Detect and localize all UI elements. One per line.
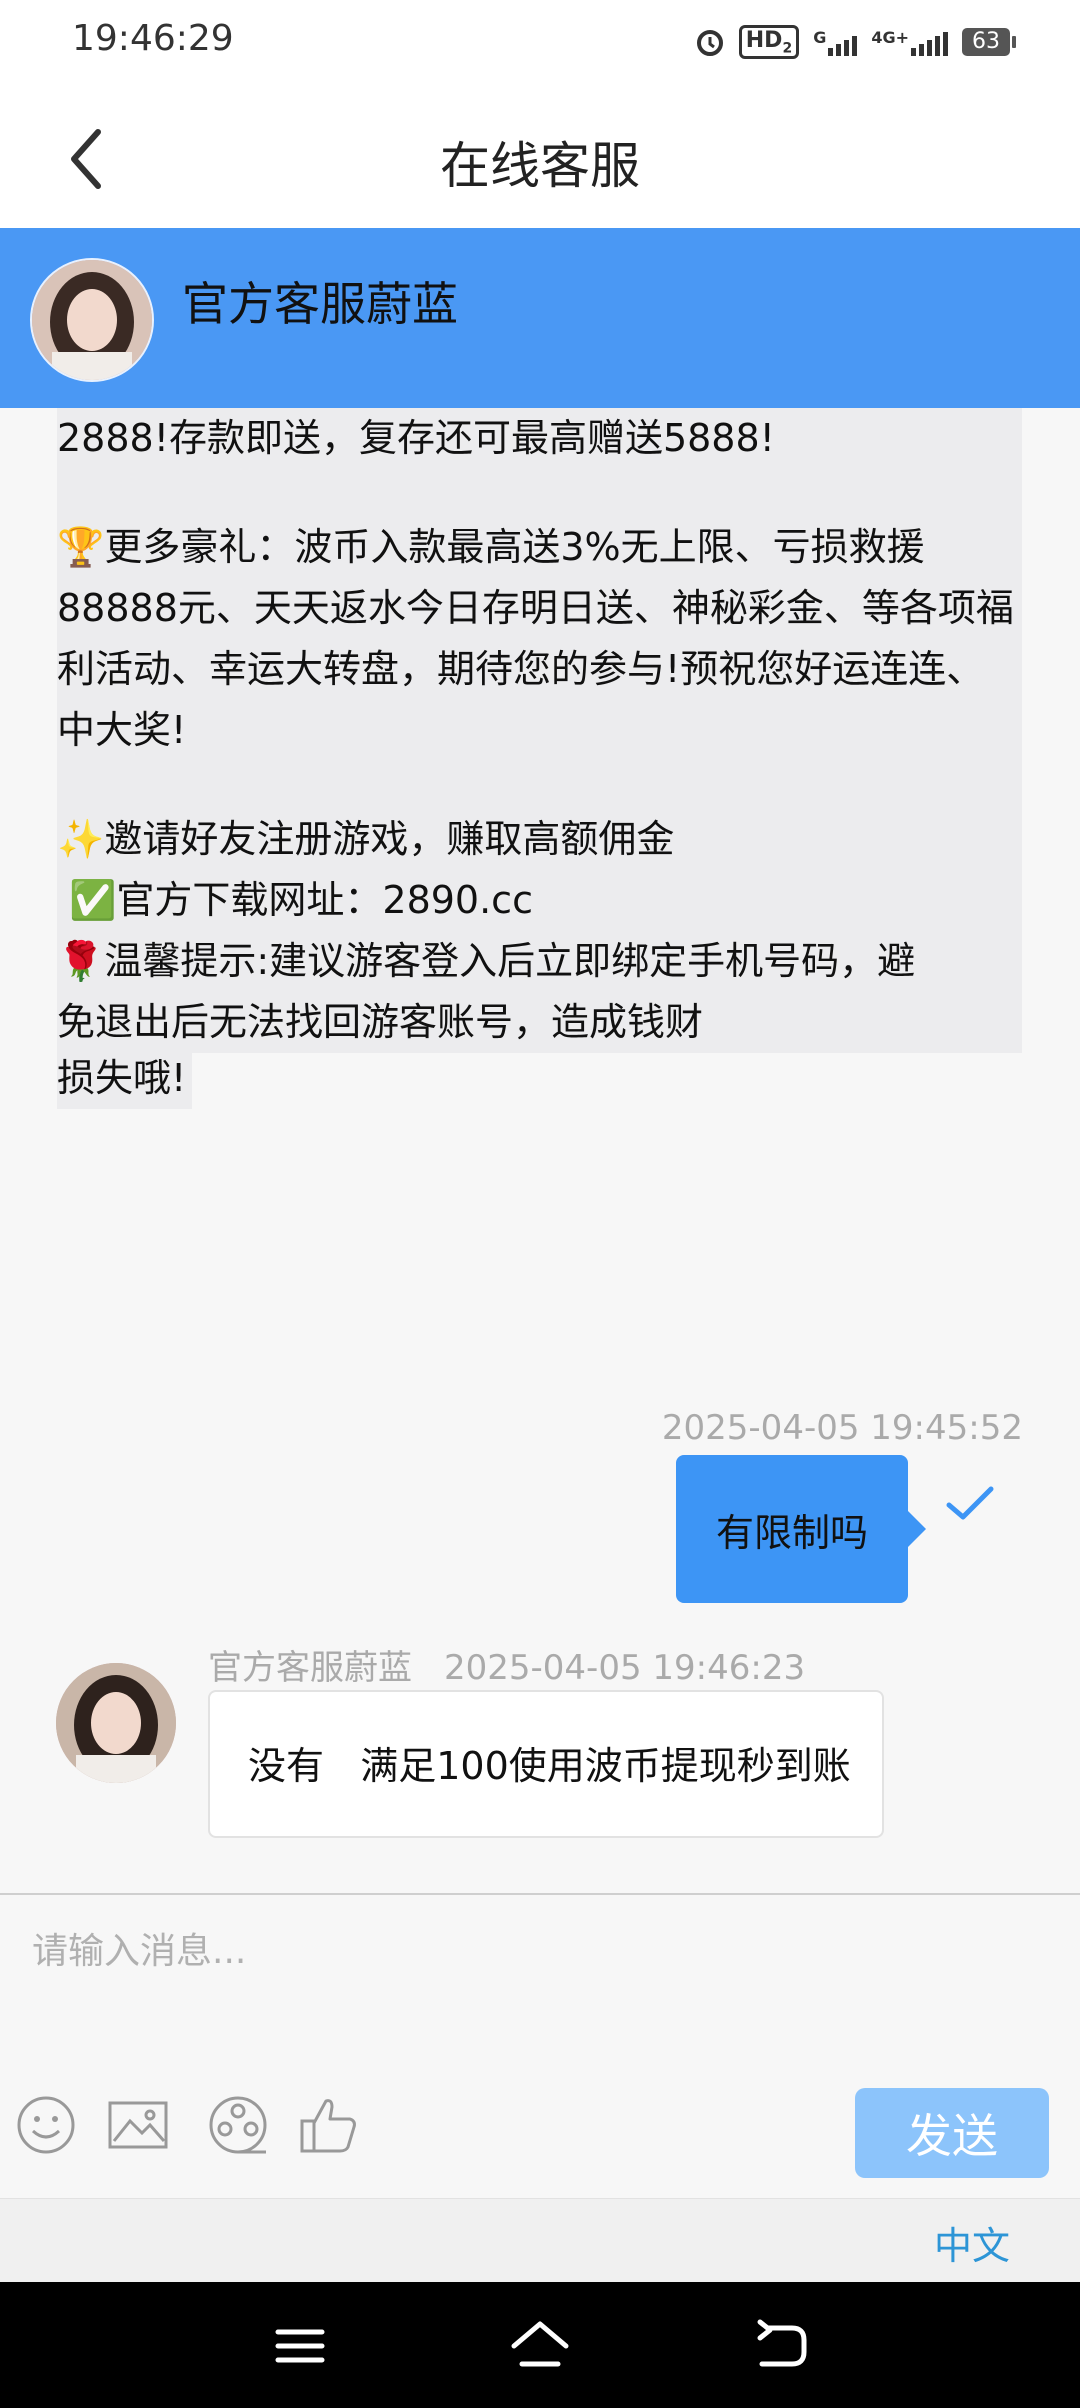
back-nav-icon[interactable] [748, 2316, 812, 2376]
net-label: 4G+ [871, 28, 909, 47]
promo-download: ✅官方下载网址：2890.cc [57, 878, 533, 922]
agent-message-avatar[interactable] [56, 1663, 176, 1783]
chat-area[interactable]: 2888!存款即送，复存还可最高赠送5888! 🏆更多豪礼：波币入款最高送3%无… [0, 408, 1080, 1893]
alarm-icon [696, 30, 723, 56]
emoji-icon[interactable] [14, 2093, 78, 2157]
promo-tip-end: 损失哦! [57, 1048, 193, 1109]
user-message-bubble[interactable]: 有限制吗 [676, 1455, 926, 1603]
menu-icon[interactable] [268, 2316, 332, 2376]
agent-message-text: 没有 满足100使用波币提现秒到账 [248, 1744, 851, 1788]
agent-avatar[interactable] [30, 258, 154, 382]
signal-4g-icon: 4G+ [871, 28, 948, 56]
send-button[interactable]: 发送 [855, 2088, 1049, 2178]
agent-message-name: 官方客服蔚蓝 [208, 1648, 412, 1688]
promo-line-top: 2888!存款即送，复存还可最高赠送5888! [57, 416, 775, 460]
agent-message-meta: 官方客服蔚蓝 2025-04-05 19:46:23 [208, 1640, 805, 1689]
agent-name: 官方客服蔚蓝 [182, 277, 458, 331]
system-nav-bar [0, 2282, 1080, 2408]
signal-g-icon: G [813, 28, 858, 56]
agent-message-time: 2025-04-05 19:46:23 [444, 1648, 806, 1688]
send-label: 发送 [906, 2109, 998, 2163]
image-icon[interactable] [106, 2093, 170, 2157]
composer: 发送 [0, 1893, 1080, 2200]
status-icons: HD2 G 4G+ 63 [695, 22, 1016, 62]
language-bar: 中文 [0, 2198, 1080, 2283]
promo-message: 2888!存款即送，复存还可最高赠送5888! 🏆更多豪礼：波币入款最高送3%无… [57, 408, 1022, 1053]
status-time: 19:46:29 [72, 18, 234, 59]
promo-more-gifts: 🏆更多豪礼：波币入款最高送3%无上限、亏损救援88888元、天天返水今日存明日送… [57, 525, 1014, 752]
hd-sub: 2 [782, 40, 793, 57]
agent-header: 官方客服蔚蓝 [0, 228, 1080, 408]
nav-bar: 在线客服 [0, 86, 1080, 228]
battery-icon: 63 [962, 28, 1016, 56]
message-input[interactable] [30, 1915, 1034, 1987]
promo-tip: 🌹温馨提示:建议游客登入后立即绑定手机号码，避免退出后无法找回游客账号，造成钱财 [57, 939, 916, 1044]
language-switch[interactable]: 中文 [934, 2215, 1010, 2270]
agent-message-bubble[interactable]: 没有 满足100使用波币提现秒到账 [208, 1690, 884, 1838]
avatar-image [56, 1663, 176, 1783]
hd-label: HD [745, 27, 783, 53]
user-message-text: 有限制吗 [715, 1510, 868, 1555]
user-message-time: 2025-04-05 19:45:52 [661, 1408, 1023, 1448]
avatar-image [32, 260, 152, 380]
hd-voice-icon: HD2 [738, 24, 800, 60]
thumbs-up-icon[interactable] [296, 2093, 360, 2157]
status-bar: 19:46:29 HD2 G 4G+ 63 [0, 0, 1080, 86]
home-icon[interactable] [508, 2316, 572, 2376]
g-label: G [813, 28, 827, 47]
promo-invite: ✨邀请好友注册游戏，赚取高额佣金 [57, 817, 675, 861]
video-reel-icon[interactable] [206, 2093, 270, 2157]
read-check-icon [946, 1486, 994, 1520]
page-title: 在线客服 [440, 137, 640, 195]
